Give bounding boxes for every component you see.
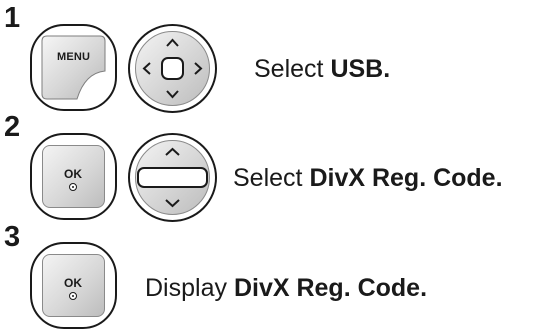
step-2-number: 2 [4,111,21,143]
ok-button[interactable]: OK [30,242,117,329]
step-3-target: DivX Reg. Code. [233,274,428,302]
menu-key-label: MENU [57,51,91,63]
four-way-arrow-icon [135,31,210,106]
up-down-arrow-icon [135,140,210,215]
ok-key-label: OK [64,276,82,290]
step-3-number: 3 [4,221,21,253]
menu-key-icon [41,35,106,100]
step-3-instruction: Display DivX Reg. Code. [145,276,427,301]
menu-button[interactable]: MENU [30,24,117,111]
step-2-instruction: Select DivX Reg. Code. [233,166,503,191]
ok-button[interactable]: OK [30,133,117,220]
up-down-pad[interactable] [128,133,217,222]
step-1-instruction: Select USB. [254,57,390,82]
step-3-verb: Display [145,274,227,302]
ok-dot-icon [69,183,77,191]
ok-key-label: OK [64,167,82,181]
step-1-target: USB. [330,55,391,83]
step-1-number: 1 [4,2,21,34]
step-1-verb: Select [254,55,324,83]
navigation-pad[interactable] [128,24,217,113]
step-2-verb: Select [233,164,303,192]
ok-dot-icon [69,292,77,300]
step-2-target: DivX Reg. Code. [309,164,503,192]
